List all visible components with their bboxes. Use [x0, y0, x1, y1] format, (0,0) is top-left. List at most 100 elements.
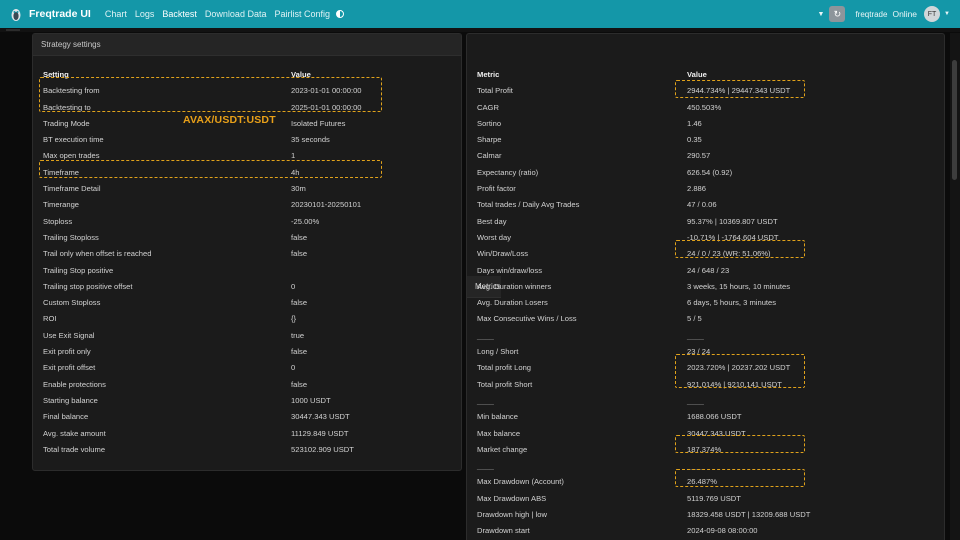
table-header-row: Metric Value: [467, 67, 944, 83]
nav-link-pairlist-config[interactable]: Pairlist Config: [274, 9, 330, 19]
bot-name[interactable]: freqtrade: [855, 10, 887, 19]
reload-button[interactable]: ↻: [829, 6, 846, 22]
row-label: ____: [477, 461, 494, 471]
column-header-setting: Setting: [43, 70, 69, 79]
brand-title[interactable]: Freqtrade UI: [29, 8, 91, 20]
row-label: ____: [477, 395, 494, 405]
row-label: Avg. Duration winners: [477, 281, 552, 291]
row-value: Isolated Futures: [291, 118, 346, 128]
row-label: CAGR: [477, 102, 499, 112]
row-value: 47 / 0.06: [687, 200, 717, 210]
row-label: Trailing Stoploss: [43, 232, 99, 242]
row-value: 23 / 24: [687, 347, 711, 357]
row-label: Days win/draw/loss: [477, 265, 542, 275]
nav-link-logs[interactable]: Logs: [135, 9, 155, 19]
table-row: Expectancy (ratio) 626.54 (0.92): [467, 165, 944, 181]
table-row: Total Profit 2944.734% | 29447.343 USDT: [467, 83, 944, 99]
row-label: Expectancy (ratio): [477, 167, 539, 177]
table-row: Avg. Duration Losers 6 days, 5 hours, 3 m…: [467, 295, 944, 311]
row-label: Trading Mode: [43, 118, 90, 128]
row-label: Enable protections: [43, 379, 106, 389]
table-row: Best day 95.37% | 10369.807 USDT: [467, 214, 944, 230]
table-row: Min balance 1688.066 USDT: [467, 409, 944, 425]
table-row: Trail only when offset is reached false: [33, 246, 461, 262]
row-value: 30447.343 USDT: [291, 412, 350, 422]
row-label: Total trade volume: [43, 444, 106, 454]
row-label: Max Drawdown (Account): [477, 477, 564, 487]
theme-toggle-icon[interactable]: [336, 10, 344, 18]
row-value: false: [291, 347, 308, 357]
row-value: 1.46: [687, 118, 702, 128]
status-badge: Online: [892, 9, 918, 19]
row-label: Worst day: [477, 232, 512, 242]
row-value: 11129.849 USDT: [291, 428, 349, 438]
row-value: 30447.343 USDT: [687, 428, 746, 438]
strategy-settings-card: Strategy settings Setting Value Backtest…: [32, 33, 462, 471]
row-value: 0: [291, 363, 296, 373]
table-row: Backtesting from 2023-01-01 00:00:00: [33, 83, 461, 99]
row-label: Total trades / Daily Avg Trades: [477, 200, 580, 210]
table-row: Max balance 30447.343 USDT: [467, 426, 944, 442]
table-row: Total profit Short 921.014% | 9210.141 US…: [467, 377, 944, 393]
avatar[interactable]: FT: [924, 6, 941, 22]
row-value: 1688.066 USDT: [687, 412, 742, 422]
table-row: Timerange 20230101-20250101: [33, 197, 461, 213]
table-row: Trailing stop positive offset 0: [33, 279, 461, 295]
row-value: 921.014% | 9210.141 USDT: [687, 379, 782, 389]
row-label: Max Consecutive Wins / Loss: [477, 314, 577, 324]
table-row: Timeframe Detail 30m: [33, 181, 461, 197]
row-label: BT execution time: [43, 135, 104, 145]
row-label: Market change: [477, 444, 528, 454]
table-row: Trailing Stop positive: [33, 263, 461, 279]
strategy-settings-title: Strategy settings: [33, 34, 461, 56]
table-row: BT execution time 35 seconds: [33, 132, 461, 148]
refresh-icon: ↻: [833, 8, 842, 19]
row-label: Trailing Stop positive: [43, 265, 114, 275]
table-row: Win/Draw/Loss 24 / 0 / 23 (WR: 51.06%): [467, 246, 944, 262]
table-row: Custom Stoploss false: [33, 295, 461, 311]
row-value: 290.57: [687, 151, 711, 161]
row-label: Total profit Short: [477, 379, 533, 389]
nav-links: Chart Logs Backtest Download Data Pairli…: [105, 9, 330, 19]
row-label: Trail only when offset is reached: [43, 249, 152, 259]
row-value: 450.503%: [687, 102, 722, 112]
table-row: Starting balance 1000 USDT: [33, 393, 461, 409]
user-menu-caret-icon[interactable]: ▼: [944, 11, 950, 17]
row-label: Total profit Long: [477, 363, 532, 373]
row-value: 4h: [291, 167, 300, 177]
row-label: Backtesting to: [43, 102, 91, 112]
row-value: 35 seconds: [291, 135, 330, 145]
table-row: Sortino 1.46: [467, 116, 944, 132]
row-value: 523102.909 USDT: [291, 444, 354, 454]
row-value: -10.71% | -1764.604 USDT: [687, 232, 779, 242]
table-header-row: Setting Value: [33, 67, 461, 83]
nav-link-backtest[interactable]: Backtest: [162, 9, 197, 19]
row-value: true: [291, 330, 305, 340]
row-label: Win/Draw/Loss: [477, 249, 529, 259]
row-value: false: [291, 298, 308, 308]
row-value: 0.35: [687, 135, 702, 145]
table-row: Total trade volume 523102.909 USDT: [33, 442, 461, 458]
table-row: Final balance 30447.343 USDT: [33, 409, 461, 425]
freqtrade-logo-icon[interactable]: [9, 6, 23, 22]
row-value: false: [291, 249, 308, 259]
metrics-table: Metric Value Total Profit 2944.734% | 294…: [467, 67, 944, 540]
row-value: 18329.458 USDT | 13209.688 USDT: [687, 510, 811, 520]
row-label: Timerange: [43, 200, 80, 210]
row-label: Custom Stoploss: [43, 298, 101, 308]
scrollbar-thumb[interactable]: [952, 60, 957, 180]
table-row: Worst day -10.71% | -1764.604 USDT: [467, 230, 944, 246]
row-label: Sharpe: [477, 135, 502, 145]
bot-menu-caret-icon[interactable]: ▼: [818, 11, 825, 18]
row-label: Min balance: [477, 412, 518, 422]
pair-annotation: AVAX/USDT:USDT: [183, 114, 276, 126]
row-label: Max balance: [477, 428, 521, 438]
row-label: Drawdown high | low: [477, 510, 547, 520]
row-label: Max open trades: [43, 151, 100, 161]
nav-link-download-data[interactable]: Download Data: [205, 9, 267, 19]
row-label: Avg. stake amount: [43, 428, 106, 438]
nav-link-chart[interactable]: Chart: [105, 9, 127, 19]
table-row: Exit profit offset 0: [33, 360, 461, 376]
row-label: Total Profit: [477, 86, 513, 96]
row-value: 24 / 0 / 23 (WR: 51.06%): [687, 249, 771, 259]
